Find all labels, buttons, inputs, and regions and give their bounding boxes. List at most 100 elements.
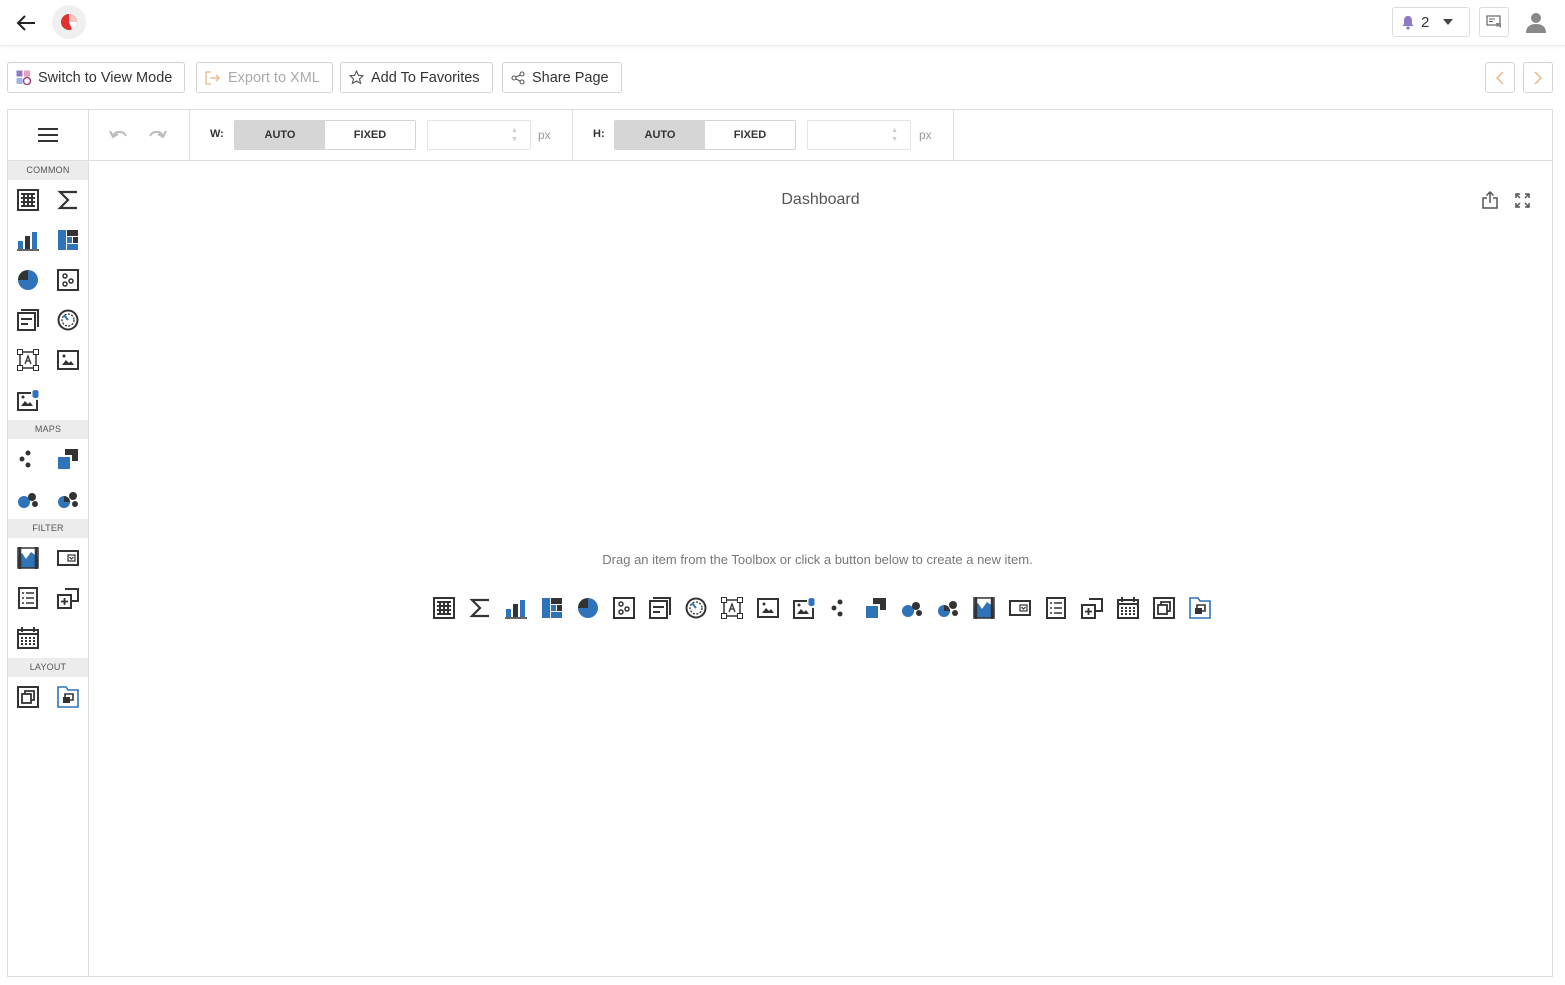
create-pie-button[interactable] (570, 593, 606, 623)
create-choropleth-map-button[interactable] (858, 593, 894, 623)
create-date-filter-button[interactable] (1110, 593, 1146, 623)
height-input[interactable]: ▲ ▼ (807, 120, 911, 150)
range-filter-icon (17, 547, 39, 569)
toolbox-item-card[interactable] (48, 180, 88, 220)
user-avatar-button[interactable] (1521, 7, 1551, 37)
width-fixed-button[interactable]: FIXED (325, 121, 415, 149)
create-group-button[interactable] (1146, 593, 1182, 623)
bar-chart-icon (17, 232, 39, 251)
redo-icon[interactable] (147, 127, 167, 143)
calendar-icon (17, 627, 39, 649)
toolbox-item-text-box[interactable] (8, 340, 48, 380)
group-icon (17, 686, 39, 708)
next-button[interactable] (1523, 62, 1553, 93)
list-box-icon (1046, 597, 1066, 619)
create-bound-image-button[interactable] (786, 593, 822, 623)
previous-button[interactable] (1485, 62, 1515, 93)
create-card-button[interactable] (462, 593, 498, 623)
switch-view-mode-button[interactable]: Switch to View Mode (7, 62, 186, 93)
toolbox-item-grid[interactable] (8, 180, 48, 220)
export-xml-button[interactable]: Export to XML (196, 62, 333, 93)
create-combo-box-button[interactable] (1002, 593, 1038, 623)
create-treemap-button[interactable] (534, 593, 570, 623)
toolbox-item-tab-container[interactable] (48, 677, 88, 717)
create-text-box-button[interactable] (714, 593, 750, 623)
toolbox-item-treemap[interactable] (48, 220, 88, 260)
create-pie-map-button[interactable] (930, 593, 966, 623)
maximize-button[interactable] (1511, 189, 1533, 211)
toolbox-item-scatter[interactable] (48, 260, 88, 300)
spin-arrows-icon[interactable]: ▲ ▼ (511, 126, 518, 144)
create-chart-button[interactable] (498, 593, 534, 623)
toolbox-item-pie-map[interactable] (48, 479, 88, 519)
pie-icon (578, 598, 598, 618)
user-icon (1526, 13, 1546, 33)
toolbox-item-gauge[interactable] (48, 300, 88, 340)
calendar-icon (1117, 597, 1139, 619)
bound-image-icon (17, 390, 39, 411)
undo-icon[interactable] (109, 127, 129, 143)
toolbox-item-bound-image[interactable] (8, 380, 48, 420)
toolbox-item-pie[interactable] (8, 260, 48, 300)
height-auto-button[interactable]: AUTO (615, 121, 705, 149)
app-logo[interactable] (52, 5, 86, 39)
gauge-icon (685, 597, 707, 619)
star-icon (349, 70, 364, 85)
bubble-map-icon (902, 602, 922, 617)
toolbox-item-cards[interactable] (8, 300, 48, 340)
toolbox-item-chart[interactable] (8, 220, 48, 260)
create-item-buttons (426, 593, 1218, 623)
width-auto-button[interactable]: AUTO (235, 121, 325, 149)
create-scatter-button[interactable] (606, 593, 642, 623)
toolbox-item-geo-point-map[interactable] (8, 439, 48, 479)
share-icon (511, 70, 525, 85)
export-icon (1482, 191, 1498, 209)
sigma-icon (57, 190, 77, 210)
toolbox-layout-items (8, 677, 88, 717)
image-icon (757, 598, 779, 618)
toolbox-item-image[interactable] (48, 340, 88, 380)
toolbox-item-combo-box[interactable] (48, 538, 88, 578)
cards-icon (17, 309, 39, 331)
gauge-icon (57, 309, 79, 331)
toolbox-item-list-box[interactable] (8, 578, 48, 618)
notifications-button[interactable]: 2 (1392, 7, 1470, 37)
dashboard-title[interactable]: Dashboard (89, 191, 1552, 209)
create-tree-view-button[interactable] (1074, 593, 1110, 623)
toolbox-item-choropleth-map[interactable] (48, 439, 88, 479)
toolbox-item-date-filter[interactable] (8, 618, 48, 658)
message-icon (1486, 15, 1501, 28)
width-input[interactable]: ▲ ▼ (427, 120, 531, 150)
height-fixed-button[interactable]: FIXED (705, 121, 795, 149)
toolbox-item-range-filter[interactable] (8, 538, 48, 578)
toolbox-item-group[interactable] (8, 677, 48, 717)
scatter-icon (57, 269, 79, 291)
back-button[interactable] (12, 9, 40, 37)
toolbox-group-maps: MAPS (8, 420, 88, 439)
create-gauge-button[interactable] (678, 593, 714, 623)
create-cards-button[interactable] (642, 593, 678, 623)
text-box-icon (721, 597, 743, 619)
toolbox-item-bubble-map[interactable] (8, 479, 48, 519)
create-image-button[interactable] (750, 593, 786, 623)
pie-chart-logo (61, 14, 77, 30)
create-tab-container-button[interactable] (1182, 593, 1218, 623)
create-list-box-button[interactable] (1038, 593, 1074, 623)
toolbox-maps-items (8, 439, 88, 519)
export-dashboard-button[interactable] (1479, 189, 1501, 211)
spin-arrows-icon[interactable]: ▲ ▼ (891, 126, 898, 144)
pie-map-icon (58, 492, 78, 508)
messages-button[interactable] (1479, 7, 1509, 37)
add-favorites-button[interactable]: Add To Favorites (340, 62, 493, 93)
create-geo-point-map-button[interactable] (822, 593, 858, 623)
toolbox-menu-button[interactable] (8, 110, 88, 161)
bar-chart-icon (505, 600, 527, 619)
dashboard-canvas: Dashboard Drag an item from the Toolbox … (89, 161, 1552, 976)
create-grid-button[interactable] (426, 593, 462, 623)
hamburger-icon (38, 128, 58, 142)
create-range-filter-button[interactable] (966, 593, 1002, 623)
toolbox-item-tree-view[interactable] (48, 578, 88, 618)
notifications-count: 2 (1421, 13, 1430, 31)
share-page-button[interactable]: Share Page (502, 62, 622, 93)
create-bubble-map-button[interactable] (894, 593, 930, 623)
